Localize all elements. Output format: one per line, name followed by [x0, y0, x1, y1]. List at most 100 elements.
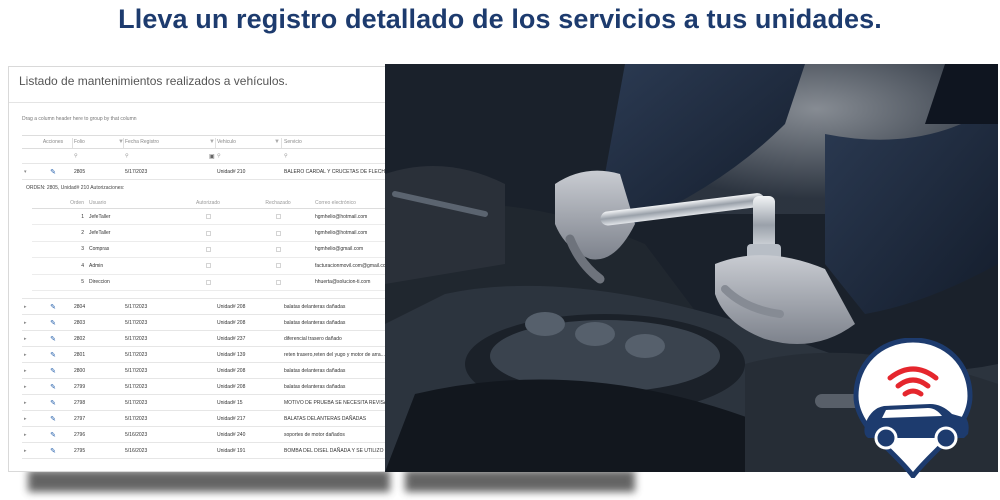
pencil-icon[interactable]: ✎: [37, 164, 69, 179]
rechazado-checkbox[interactable]: [246, 225, 310, 240]
pencil-icon[interactable]: ✎: [37, 379, 69, 394]
column-header-correo[interactable]: Correo electrónico: [315, 197, 387, 208]
cell-vehiculo: Unidad# 15: [217, 399, 243, 406]
cell-fecha: 5/17/2023: [125, 319, 148, 326]
cell-vehiculo: Unidad# 217: [217, 415, 246, 422]
column-header-servicio[interactable]: Servicio: [284, 136, 387, 148]
column-header-acciones[interactable]: Acciones: [37, 136, 69, 148]
pencil-icon[interactable]: ✎: [37, 395, 69, 410]
filter-servicio[interactable]: ⚲: [284, 149, 387, 163]
table-row[interactable]: ▸ ✎ 2804 5/17/2023 Unidad# 208 balatas delant…: [22, 299, 387, 315]
autorizado-checkbox[interactable]: [172, 209, 244, 224]
pencil-icon[interactable]: ✎: [37, 347, 69, 362]
pencil-icon[interactable]: ✎: [37, 363, 69, 378]
cell-servicio: soportes de motor dañados: [284, 431, 345, 438]
authorization-row[interactable]: 4 Admin facturacionmovil.com@gmail.com: [32, 258, 387, 275]
table-row-expanded[interactable]: ▾ ✎ 2805 5/17/2023 Unidad# 210 BALERO CA…: [22, 164, 387, 180]
page-headline: Lleva un registro detallado de los servi…: [118, 4, 882, 34]
chevron-right-icon[interactable]: ▸: [24, 443, 34, 458]
chevron-right-icon[interactable]: ▸: [24, 395, 34, 410]
cell-servicio: BOMBA DEL DISEL DAÑADA Y SE UTILIZO 1...: [284, 447, 388, 454]
authorization-row[interactable]: 3 Compras hgmhelio@gmail.com: [32, 242, 387, 259]
column-header-vehiculo[interactable]: Vehiculo: [217, 136, 281, 148]
column-header-fecha[interactable]: Fecha Registro: [125, 136, 215, 148]
authorization-row[interactable]: 5 Direccion hhuerta@solucion-ti.com: [32, 275, 387, 291]
pencil-icon[interactable]: ✎: [37, 299, 69, 314]
cell-correo: hgmhelio@hotmail.com: [315, 213, 368, 220]
cell-vehiculo: Unidad# 208: [217, 383, 246, 390]
cell-servicio: balatas delanteras dañadas: [284, 319, 346, 326]
cell-servicio: balatas delanteras dañadas: [284, 303, 346, 310]
cell-fecha: 5/17/2023: [125, 303, 148, 310]
rechazado-checkbox[interactable]: [246, 242, 310, 257]
cell-folio: 2797: [74, 415, 86, 422]
autorizado-checkbox[interactable]: [172, 258, 244, 273]
cell-fecha: 5/17/2023: [125, 367, 148, 374]
maintenance-list-panel: Listado de mantenimientos realizados a v…: [8, 66, 388, 472]
table-row[interactable]: ▸ ✎ 2795 5/16/2023 Unidad# 191 BOMBA DEL DISE…: [22, 443, 388, 459]
chevron-right-icon[interactable]: ▸: [24, 347, 34, 362]
pencil-icon[interactable]: ✎: [37, 427, 69, 442]
search-icon: ⚲: [74, 153, 78, 159]
column-header-orden[interactable]: Orden: [50, 197, 84, 208]
cell-vehiculo: Unidad# 208: [217, 303, 246, 310]
chevron-right-icon[interactable]: ▸: [24, 411, 34, 426]
cell-folio: 2803: [74, 319, 86, 326]
group-by-hint[interactable]: Drag a column header here to group by th…: [22, 116, 137, 122]
cell-folio: 2800: [74, 367, 86, 374]
table-row[interactable]: ▸ ✎ 2800 5/17/2023 Unidad# 208 balatas delant…: [22, 363, 387, 379]
cell-usuario: JefeTaller: [89, 230, 111, 237]
chevron-down-icon[interactable]: ▾: [24, 164, 34, 179]
table-row[interactable]: ▸ ✎ 2797 5/17/2023 Unidad# 217 BALATAS DELANT…: [22, 411, 387, 427]
pencil-icon[interactable]: ✎: [37, 443, 69, 458]
cell-vehiculo: Unidad# 210: [217, 168, 246, 175]
rechazado-checkbox[interactable]: [246, 275, 310, 290]
table-row[interactable]: ▸ ✎ 2796 5/16/2023 Unidad# 240 soportes de mo…: [22, 427, 387, 443]
chevron-right-icon[interactable]: ▸: [24, 299, 34, 314]
chevron-right-icon[interactable]: ▸: [24, 379, 34, 394]
cell-servicio: balatas delanteras dañadas: [284, 367, 346, 374]
cell-servicio: diferencial trasero dañado: [284, 335, 342, 342]
chevron-right-icon[interactable]: ▸: [24, 331, 34, 346]
authorization-header-row: Orden Usuario Autorizado Rechazado Corre…: [32, 197, 387, 209]
title-divider: [9, 102, 387, 103]
autorizado-checkbox[interactable]: [172, 242, 244, 257]
cell-fecha: 5/17/2023: [125, 415, 148, 422]
funnel-icon[interactable]: ▼: [274, 139, 280, 145]
autorizado-checkbox[interactable]: [172, 225, 244, 240]
table-row[interactable]: ▸ ✎ 2801 5/17/2023 Unidad# 139 reten trasero,…: [22, 347, 387, 363]
cell-vehiculo: Unidad# 208: [217, 319, 246, 326]
autorizado-checkbox[interactable]: [172, 275, 244, 290]
calendar-icon[interactable]: ▣: [209, 153, 215, 160]
column-header-usuario[interactable]: Usuario: [89, 197, 169, 208]
cell-usuario: Admin: [89, 262, 104, 269]
grid-header-row: Acciones Folio ▼ Fecha Registro ▼ Vehicu…: [22, 135, 387, 149]
chevron-right-icon[interactable]: ▸: [24, 363, 34, 378]
table-row[interactable]: ▸ ✎ 2798 5/17/2023 Unidad# 15 MOTIVO DE PRUEB…: [22, 395, 387, 411]
filter-vehiculo[interactable]: ⚲: [217, 149, 281, 163]
chevron-right-icon[interactable]: ▸: [24, 315, 34, 330]
detail-title: ORDEN: 2805, Unidad# 210 Autorizaciones:: [26, 185, 125, 191]
table-row[interactable]: ▸ ✎ 2802 5/17/2023 Unidad# 237 diferencial tr…: [22, 331, 387, 347]
column-header-autorizado[interactable]: Autorizado: [172, 197, 244, 208]
pencil-icon[interactable]: ✎: [37, 331, 69, 346]
pencil-icon[interactable]: ✎: [37, 315, 69, 330]
cell-folio: 2796: [74, 431, 86, 438]
chevron-right-icon[interactable]: ▸: [24, 427, 34, 442]
filter-fecha[interactable]: ⚲: [125, 149, 215, 163]
column-header-folio[interactable]: Folio: [74, 136, 124, 148]
filter-folio[interactable]: ⚲: [74, 149, 124, 163]
authorization-row[interactable]: 2 JefeTaller hgmhelio@hotmail.com: [32, 225, 387, 242]
pencil-icon[interactable]: ✎: [37, 411, 69, 426]
rechazado-checkbox[interactable]: [246, 258, 310, 273]
cell-vehiculo: Unidad# 191: [217, 447, 246, 454]
cell-vehiculo: Unidad# 240: [217, 431, 246, 438]
authorization-row[interactable]: 1 JefeTaller hgmhelio@hotmail.com: [32, 209, 387, 226]
cell-folio: 2799: [74, 383, 86, 390]
table-row[interactable]: ▸ ✎ 2803 5/17/2023 Unidad# 208 balatas delant…: [22, 315, 387, 331]
photo-shadow: [405, 470, 635, 492]
cell-orden: 5: [81, 279, 84, 286]
rechazado-checkbox[interactable]: [246, 209, 310, 224]
column-header-rechazado[interactable]: Rechazado: [246, 197, 310, 208]
table-row[interactable]: ▸ ✎ 2799 5/17/2023 Unidad# 208 balatas delant…: [22, 379, 387, 395]
